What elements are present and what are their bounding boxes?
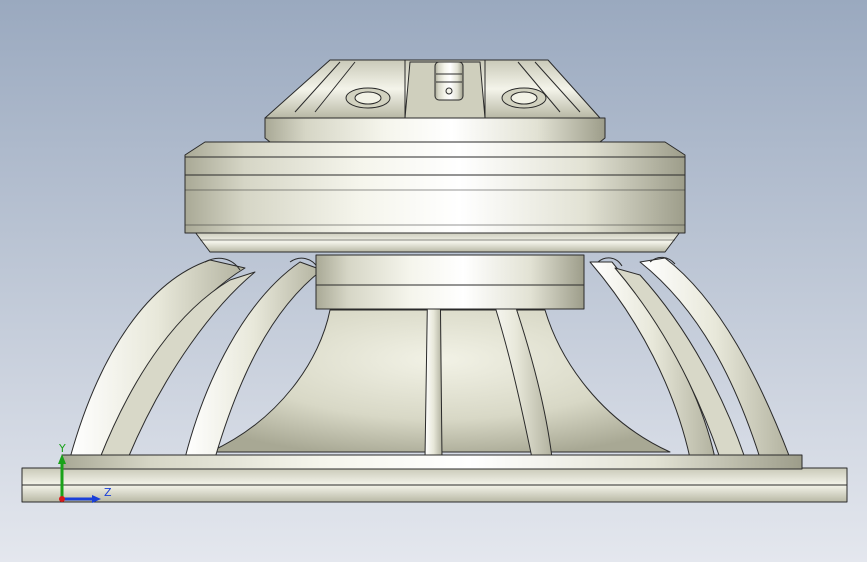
x-axis: [59, 496, 65, 502]
rear-cap-base: [264, 117, 606, 143]
y-axis-label: Y: [58, 442, 66, 455]
cad-viewport[interactable]: Y Z: [0, 0, 867, 562]
flange-top-ring: [61, 454, 803, 470]
basket-top-ring: [315, 254, 585, 310]
z-axis-label: Z: [104, 486, 112, 499]
magnet-top-plate: [184, 141, 686, 176]
magnet-ring: [184, 174, 686, 234]
magnet-bottom-plate: [194, 231, 681, 253]
